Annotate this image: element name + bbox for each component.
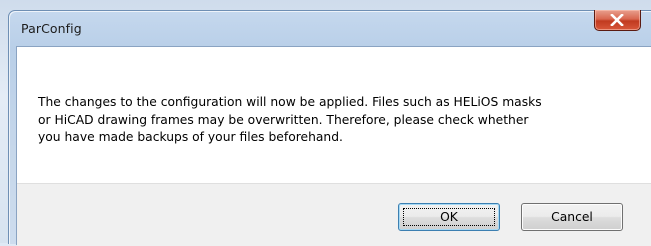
close-button[interactable] <box>594 10 641 31</box>
message-line: you have made backups of your files befo… <box>38 130 343 144</box>
message-text: The changes to the configuration will no… <box>38 94 618 147</box>
cancel-button[interactable]: Cancel <box>521 203 623 231</box>
window-title: ParConfig <box>21 21 82 36</box>
title-bar[interactable]: ParConfig <box>9 10 651 45</box>
button-bar: OK Cancel <box>17 183 651 246</box>
message-line: The changes to the configuration will no… <box>38 95 542 109</box>
focus-ring <box>403 208 495 226</box>
close-icon <box>610 14 624 26</box>
dialog-client-area: The changes to the configuration will no… <box>16 46 651 246</box>
message-line: or HiCAD drawing frames may be overwritt… <box>38 112 529 127</box>
dialog-window: ParConfig The changes to the configurati… <box>8 10 651 246</box>
message-area: The changes to the configuration will no… <box>17 47 651 183</box>
ok-button[interactable]: OK <box>398 203 500 231</box>
cancel-button-label: Cancel <box>551 210 593 224</box>
